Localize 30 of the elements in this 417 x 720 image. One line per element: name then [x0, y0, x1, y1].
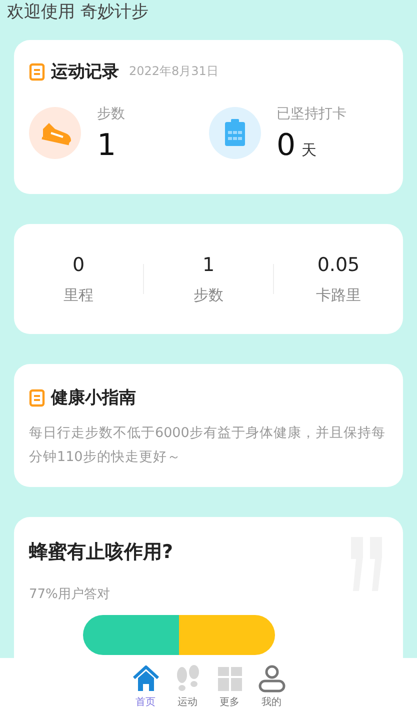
- document-icon: [29, 388, 45, 406]
- tab[interactable]: 运动: [172, 664, 202, 709]
- stat-value: 1: [97, 131, 116, 161]
- tab[interactable]: 首页: [130, 664, 160, 709]
- stat-unit: 天: [302, 141, 317, 160]
- card-title: 健康小指南: [51, 387, 136, 409]
- document-icon: [29, 62, 45, 80]
- card-title: 运动记录: [51, 61, 119, 83]
- stat-label: 已坚持打卡: [276, 105, 346, 123]
- welcome-title: 欢迎使用 奇妙计步: [7, 1, 150, 24]
- stat-value: 0: [276, 131, 296, 161]
- answer-button[interactable]: [178, 615, 274, 655]
- summary-value: 1: [202, 254, 215, 276]
- summary-value: 0: [72, 254, 85, 276]
- answer-button[interactable]: [82, 615, 178, 655]
- sneaker-icon: [29, 107, 81, 159]
- summary-label: 里程: [64, 286, 94, 304]
- tab[interactable]: 更多: [214, 664, 244, 709]
- quiz-question: 蜂蜜有止咳作用?: [29, 540, 174, 565]
- quiz-stat: 77%用户答对: [29, 586, 111, 603]
- home-icon: [130, 664, 160, 694]
- guide-text: 每日行走步数不低于6000步有益于身体健康，并且保持每分钟110步的快走更好～: [29, 424, 386, 467]
- person-icon: [256, 664, 286, 694]
- calendar-icon: [208, 107, 260, 159]
- summary-label: 卡路里: [316, 286, 361, 304]
- summary-value: 0.05: [317, 254, 360, 276]
- stat-label: 步数: [97, 105, 125, 123]
- summary-label: 步数: [194, 286, 224, 304]
- record-date: 2022年8月31日: [129, 63, 218, 80]
- tab[interactable]: 我的: [256, 664, 286, 709]
